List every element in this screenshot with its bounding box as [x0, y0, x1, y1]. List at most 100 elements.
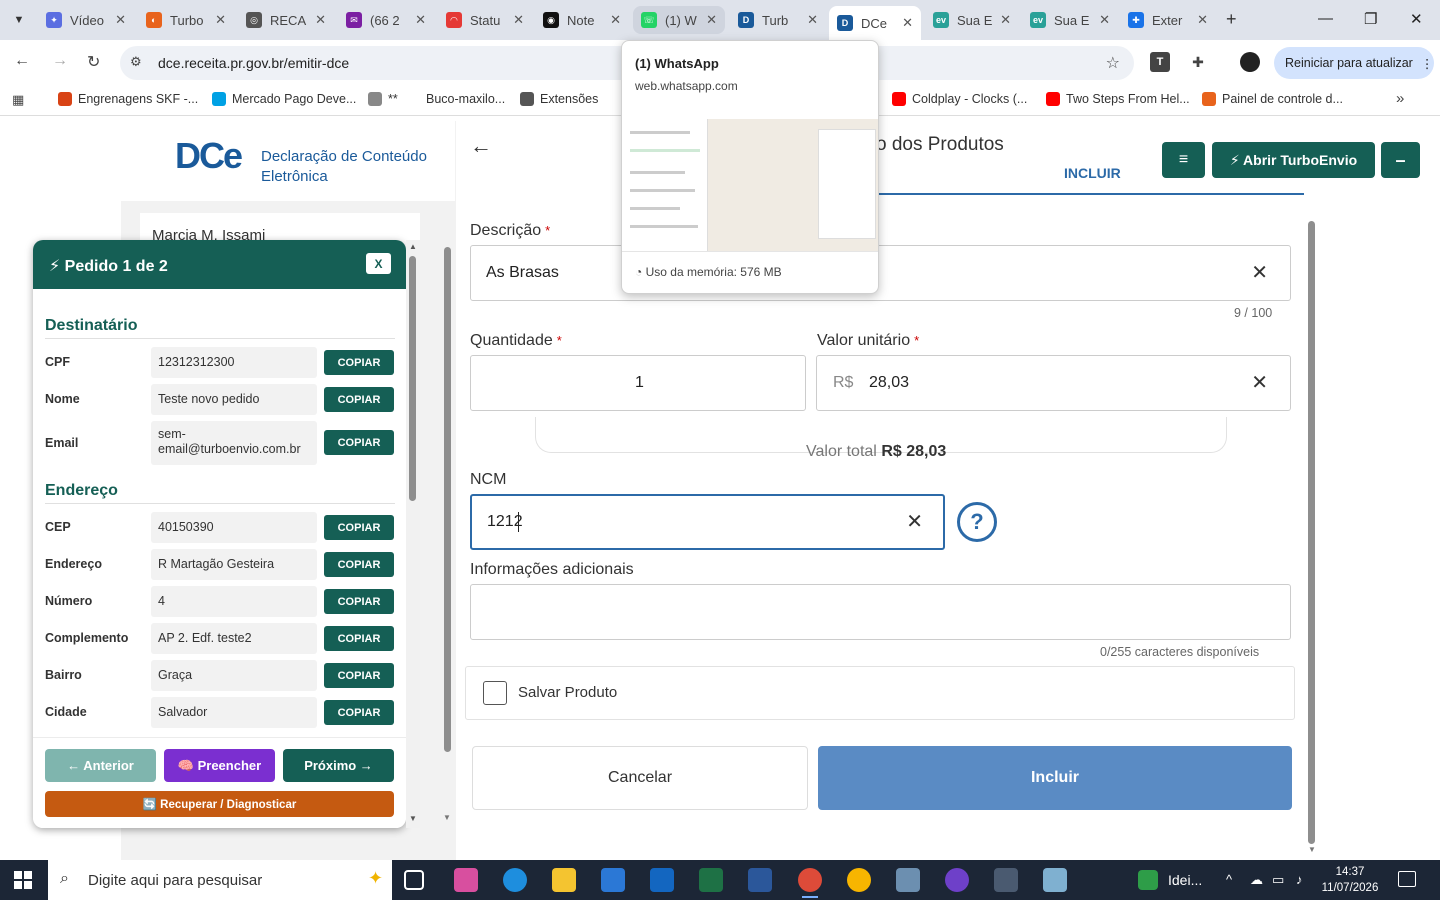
- left-scrollbar[interactable]: ▼: [441, 241, 453, 831]
- browser-tab[interactable]: ✉ (66 2 ✕: [338, 6, 434, 34]
- previous-button[interactable]: ← Anterior: [45, 749, 156, 782]
- reload-icon[interactable]: ↻: [87, 52, 100, 72]
- incluir-button[interactable]: Incluir: [818, 746, 1292, 810]
- bookmark-item[interactable]: Two Steps From Hel...: [1046, 92, 1190, 106]
- copy-button[interactable]: COPIAR: [324, 589, 394, 614]
- salvar-produto-row[interactable]: Salvar Produto: [465, 666, 1295, 720]
- profile-avatar[interactable]: [1240, 52, 1260, 72]
- extensions-puzzle-icon[interactable]: ✚: [1188, 52, 1208, 72]
- browser-tab[interactable]: ◠ Statu ✕: [438, 6, 532, 34]
- task-view-icon[interactable]: [404, 870, 424, 890]
- minimize-window-button[interactable]: —: [1318, 10, 1333, 27]
- more-menu-icon[interactable]: ⋮: [1421, 56, 1434, 71]
- bookmark-item[interactable]: Extensões: [520, 92, 598, 106]
- close-panel-button[interactable]: X: [366, 253, 391, 274]
- right-scrollbar[interactable]: ▼: [1306, 221, 1318, 854]
- info-adicionais-input[interactable]: [470, 584, 1291, 640]
- apps-grid-icon[interactable]: ▦: [12, 92, 24, 108]
- bookmark-item[interactable]: **: [368, 92, 398, 106]
- taskbar-clock[interactable]: 14:37 11/07/2026: [1316, 864, 1384, 896]
- calculator-icon[interactable]: [994, 868, 1018, 892]
- notification-center-icon[interactable]: [1398, 871, 1416, 887]
- bookmark-item[interactable]: Engrenagens SKF -...: [58, 92, 198, 106]
- close-tab-icon[interactable]: ✕: [1000, 12, 1011, 28]
- bookmark-star-icon[interactable]: ☆: [1106, 53, 1120, 73]
- edge-icon[interactable]: [503, 868, 527, 892]
- notepad-icon[interactable]: [1043, 868, 1067, 892]
- salvar-produto-checkbox[interactable]: [483, 681, 507, 705]
- update-browser-button[interactable]: Reiniciar para atualizar ⋮: [1274, 47, 1434, 79]
- close-tab-icon[interactable]: ✕: [513, 12, 524, 28]
- browser-tab[interactable]: ◎ RECA ✕: [238, 6, 334, 34]
- close-tab-icon[interactable]: ✕: [1197, 12, 1208, 28]
- copilot-icon[interactable]: [454, 868, 478, 892]
- pedido-panel-scrollbar[interactable]: ▲ ▼: [406, 240, 420, 828]
- copy-button[interactable]: COPIAR: [324, 387, 394, 412]
- close-tab-icon[interactable]: ✕: [115, 12, 126, 28]
- close-tab-icon[interactable]: ✕: [215, 12, 226, 28]
- close-tab-icon[interactable]: ✕: [610, 12, 621, 28]
- tab-search-chevron-icon[interactable]: ▼: [8, 9, 30, 31]
- norton-icon[interactable]: [847, 868, 871, 892]
- browser-tab[interactable]: ev Sua E ✕: [1022, 6, 1118, 34]
- browser-tab[interactable]: ✦ Vídeo ✕: [38, 6, 134, 34]
- scroll-up-arrow-icon[interactable]: ▲: [409, 242, 417, 251]
- chrome-icon[interactable]: [798, 868, 822, 898]
- new-tab-button[interactable]: +: [1226, 9, 1237, 30]
- copy-button[interactable]: COPIAR: [324, 700, 394, 725]
- valor-unitario-input[interactable]: R$ 28,03 ✕: [816, 355, 1291, 411]
- clear-valor-icon[interactable]: ✕: [1251, 370, 1268, 395]
- github-icon[interactable]: [945, 868, 969, 892]
- descricao-input[interactable]: As Brasas ✕: [470, 245, 1291, 301]
- clear-descricao-icon[interactable]: ✕: [1251, 260, 1268, 285]
- close-tab-icon[interactable]: ✕: [706, 12, 717, 28]
- copy-button[interactable]: COPIAR: [324, 663, 394, 688]
- scroll-down-arrow-icon[interactable]: ▼: [409, 814, 417, 823]
- copy-button[interactable]: COPIAR: [324, 626, 394, 651]
- ncm-help-button[interactable]: ?: [957, 502, 997, 542]
- back-icon[interactable]: ←: [14, 52, 30, 70]
- quantidade-input[interactable]: 1: [470, 355, 806, 411]
- bookmark-item[interactable]: Painel de controle d...: [1202, 92, 1343, 106]
- taskbar-app-label[interactable]: Idei...: [1168, 872, 1202, 888]
- close-tab-icon[interactable]: ✕: [807, 12, 818, 28]
- app-icon[interactable]: [896, 868, 920, 892]
- back-arrow-icon[interactable]: ←: [470, 133, 492, 159]
- browser-tab[interactable]: ev Sua E ✕: [925, 6, 1019, 34]
- close-window-button[interactable]: ✕: [1410, 10, 1423, 28]
- browser-tab[interactable]: ✚ Exter ✕: [1120, 6, 1216, 34]
- bookmark-item[interactable]: Coldplay - Clocks (...: [892, 92, 1027, 106]
- recover-diagnose-button[interactable]: 🔄 Recuperar / Diagnosticar: [45, 791, 394, 817]
- copy-button[interactable]: COPIAR: [324, 430, 394, 455]
- restore-window-button[interactable]: ❐: [1364, 10, 1377, 28]
- onedrive-icon[interactable]: ☁: [1250, 872, 1263, 888]
- left-scroll-thumb[interactable]: [444, 247, 451, 752]
- close-tab-icon[interactable]: ✕: [315, 12, 326, 28]
- windows-start-icon[interactable]: [14, 871, 32, 889]
- right-scroll-thumb[interactable]: [1308, 221, 1315, 844]
- bookmark-item[interactable]: Mercado Pago Deve...: [212, 92, 356, 106]
- scroll-down-arrow-icon[interactable]: ▼: [1308, 845, 1316, 854]
- copy-button[interactable]: COPIAR: [324, 515, 394, 540]
- turboenvio-menu-button[interactable]: ≡: [1162, 142, 1205, 178]
- forward-icon[interactable]: →: [52, 52, 68, 70]
- network-icon[interactable]: ▭: [1272, 872, 1284, 888]
- minimize-turboenvio-button[interactable]: –: [1381, 142, 1420, 178]
- volume-icon[interactable]: ♪: [1296, 872, 1303, 887]
- outlook-icon[interactable]: [650, 868, 674, 892]
- next-button[interactable]: Próximo →: [283, 749, 394, 782]
- close-tab-icon[interactable]: ✕: [902, 15, 913, 31]
- browser-tab[interactable]: D DCe ✕: [829, 6, 921, 40]
- store-icon[interactable]: [601, 868, 625, 892]
- fill-button[interactable]: 🧠 Preencher: [164, 749, 275, 782]
- browser-tab[interactable]: ◉ Note ✕: [535, 6, 629, 34]
- site-info-icon[interactable]: ⚙: [130, 54, 142, 70]
- bookmark-item[interactable]: Buco-maxilo...: [406, 92, 505, 106]
- copy-button[interactable]: COPIAR: [324, 552, 394, 577]
- word-icon[interactable]: [748, 868, 772, 892]
- close-tab-icon[interactable]: ✕: [1099, 12, 1110, 28]
- clear-ncm-icon[interactable]: ✕: [906, 509, 923, 534]
- cancel-button[interactable]: Cancelar: [472, 746, 808, 810]
- ncm-input[interactable]: 1212 ✕: [470, 494, 945, 550]
- browser-tab[interactable]: ☏ (1) W ✕: [633, 6, 725, 34]
